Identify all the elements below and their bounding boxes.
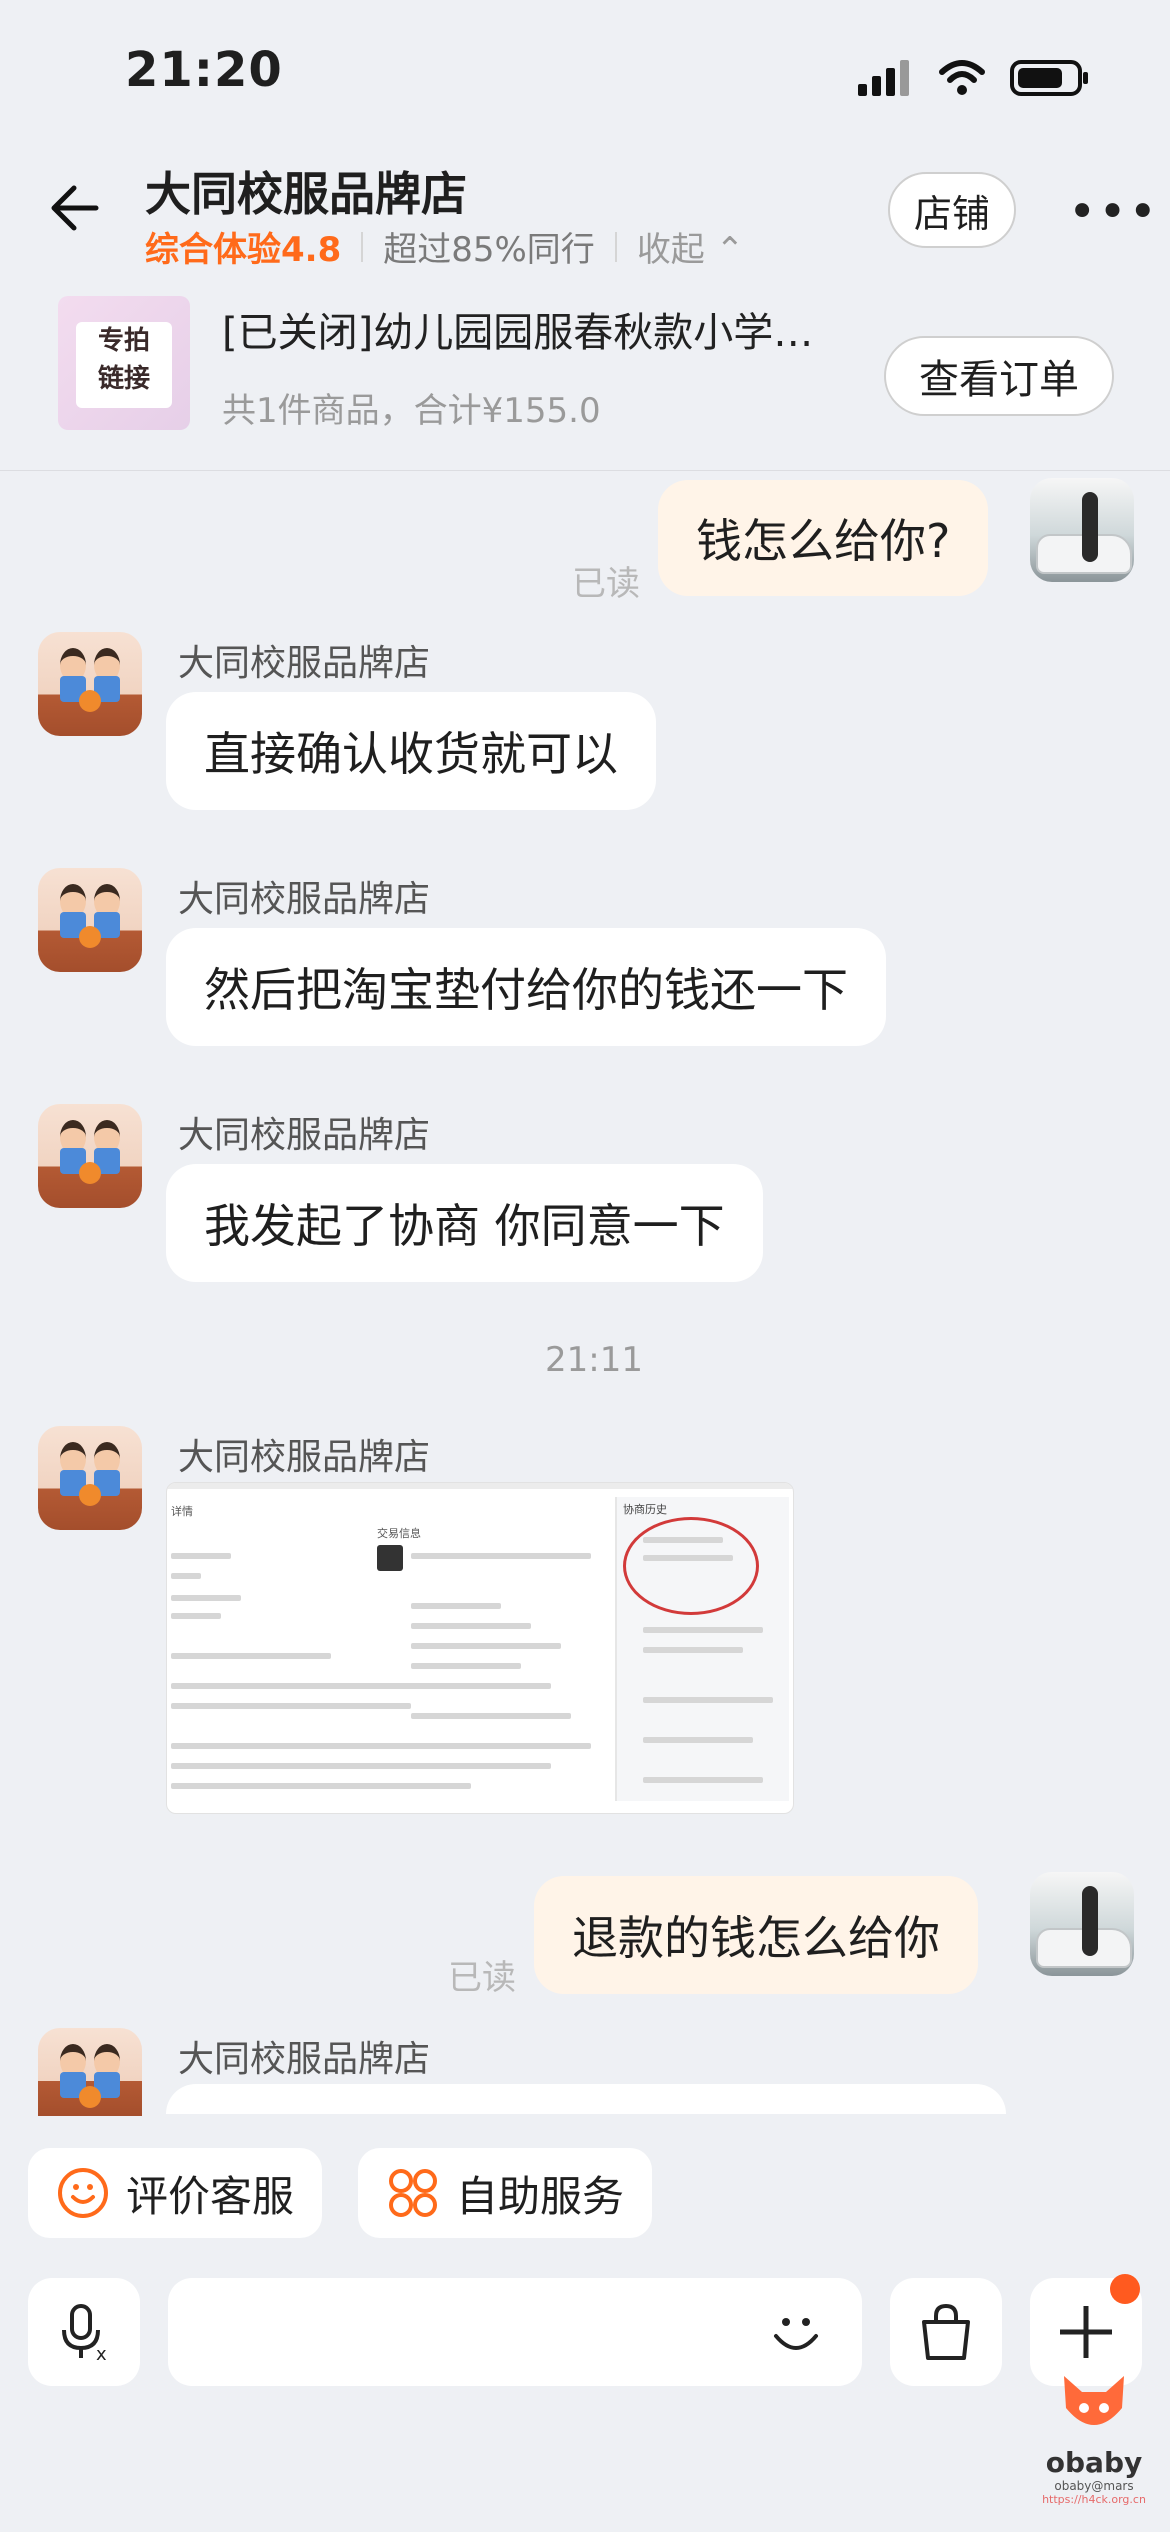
divider [361, 231, 364, 262]
shop-avatar[interactable] [38, 868, 142, 972]
wifi-icon [938, 58, 986, 98]
watermark-url: https://h4ck.org.cn [1042, 2493, 1146, 2506]
sender-name: 大同校服品牌店 [178, 643, 431, 684]
chat-timestamp: 21:11 [545, 1340, 643, 1380]
collapse-toggle[interactable]: 收起 ⌃ [637, 222, 744, 271]
sender-name: 大同校服品牌店 [178, 879, 431, 920]
more-dots-icon[interactable]: ••• [1068, 184, 1159, 240]
signal-icon [858, 60, 912, 96]
sender-name: 大同校服品牌店 [178, 2039, 431, 2080]
image-label-details: 详情 [171, 1505, 193, 1518]
smile-icon [58, 2168, 108, 2218]
shop-meta: 综合体验4.8 超过85%同行 收起 ⌃ [145, 222, 744, 271]
status-time: 21:20 [125, 42, 283, 98]
beats-label: 超过85%同行 [383, 230, 595, 270]
fox-logo-icon [1064, 2376, 1124, 2425]
shop-avatar[interactable] [38, 1104, 142, 1208]
watermark: obaby obaby@mars https://h4ck.org.cn [1030, 2368, 1158, 2506]
emoji-icon[interactable] [766, 2302, 826, 2362]
user-avatar[interactable] [1030, 478, 1134, 582]
image-label-trade: 交易信息 [377, 1527, 421, 1540]
message-bubble[interactable]: 直接确认收货就可以 [166, 692, 656, 810]
message-bubble[interactable]: 我发起了协商 你同意一下 [166, 1164, 763, 1282]
order-thumbnail-label: 专拍 链接 [76, 322, 172, 408]
order-thumbnail[interactable]: 专拍 链接 [58, 296, 190, 430]
back-arrow-icon[interactable] [44, 178, 104, 238]
rating-label: 综合体验4.8 [145, 230, 342, 270]
image-highlight-circle [623, 1517, 759, 1615]
divider [614, 231, 617, 262]
shop-avatar[interactable] [38, 1426, 142, 1530]
message-bubble-partial[interactable] [166, 2084, 1006, 2114]
user-avatar[interactable] [1030, 1872, 1134, 1976]
image-thumb [377, 1545, 403, 1571]
rate-service-label: 评价客服 [126, 2171, 295, 2221]
watermark-brand: obaby [1045, 2446, 1143, 2479]
svg-text:x: x [96, 2344, 107, 2364]
voice-icon: x [62, 2304, 107, 2364]
shopping-bag-button[interactable] [890, 2278, 1002, 2386]
rate-service-button[interactable]: 评价客服 [28, 2148, 323, 2238]
view-order-button[interactable]: 查看订单 [884, 336, 1114, 416]
voice-input-button[interactable]: x [28, 2278, 140, 2386]
header-divider [0, 470, 1170, 471]
sender-name: 大同校服品牌店 [178, 1437, 431, 1478]
read-receipt: 已读 [448, 1958, 516, 1998]
shop-title: 大同校服品牌店 [145, 167, 467, 221]
sender-name: 大同校服品牌店 [178, 1115, 431, 1156]
my-message-bubble[interactable]: 钱怎么给你? [658, 480, 989, 596]
order-title[interactable]: [已关闭]幼儿园园服春秋款小学… [222, 300, 862, 358]
store-button[interactable]: 店铺 [888, 172, 1016, 248]
battery-icon [1010, 58, 1090, 98]
plus-icon [1060, 2306, 1112, 2358]
self-service-label: 自助服务 [456, 2171, 625, 2221]
bag-icon [922, 2303, 970, 2360]
image-label-history: 协商历史 [623, 1503, 667, 1516]
shop-avatar[interactable] [38, 632, 142, 736]
read-receipt: 已读 [572, 564, 640, 604]
message-bubble[interactable]: 然后把淘宝垫付给你的钱还一下 [166, 928, 886, 1046]
message-input[interactable] [168, 2278, 862, 2386]
image-message[interactable]: 详情 交易信息 协商历史 [166, 1482, 794, 1814]
watermark-sub: obaby@mars [1054, 2479, 1134, 2493]
order-summary: 共1件商品，合计¥155.0 [222, 391, 601, 431]
notification-dot [1110, 2274, 1140, 2304]
shop-avatar[interactable] [38, 2028, 142, 2116]
grid-icon [389, 2169, 437, 2217]
self-service-button[interactable]: 自助服务 [358, 2148, 653, 2238]
my-message-bubble[interactable]: 退款的钱怎么给你 [534, 1876, 978, 1994]
